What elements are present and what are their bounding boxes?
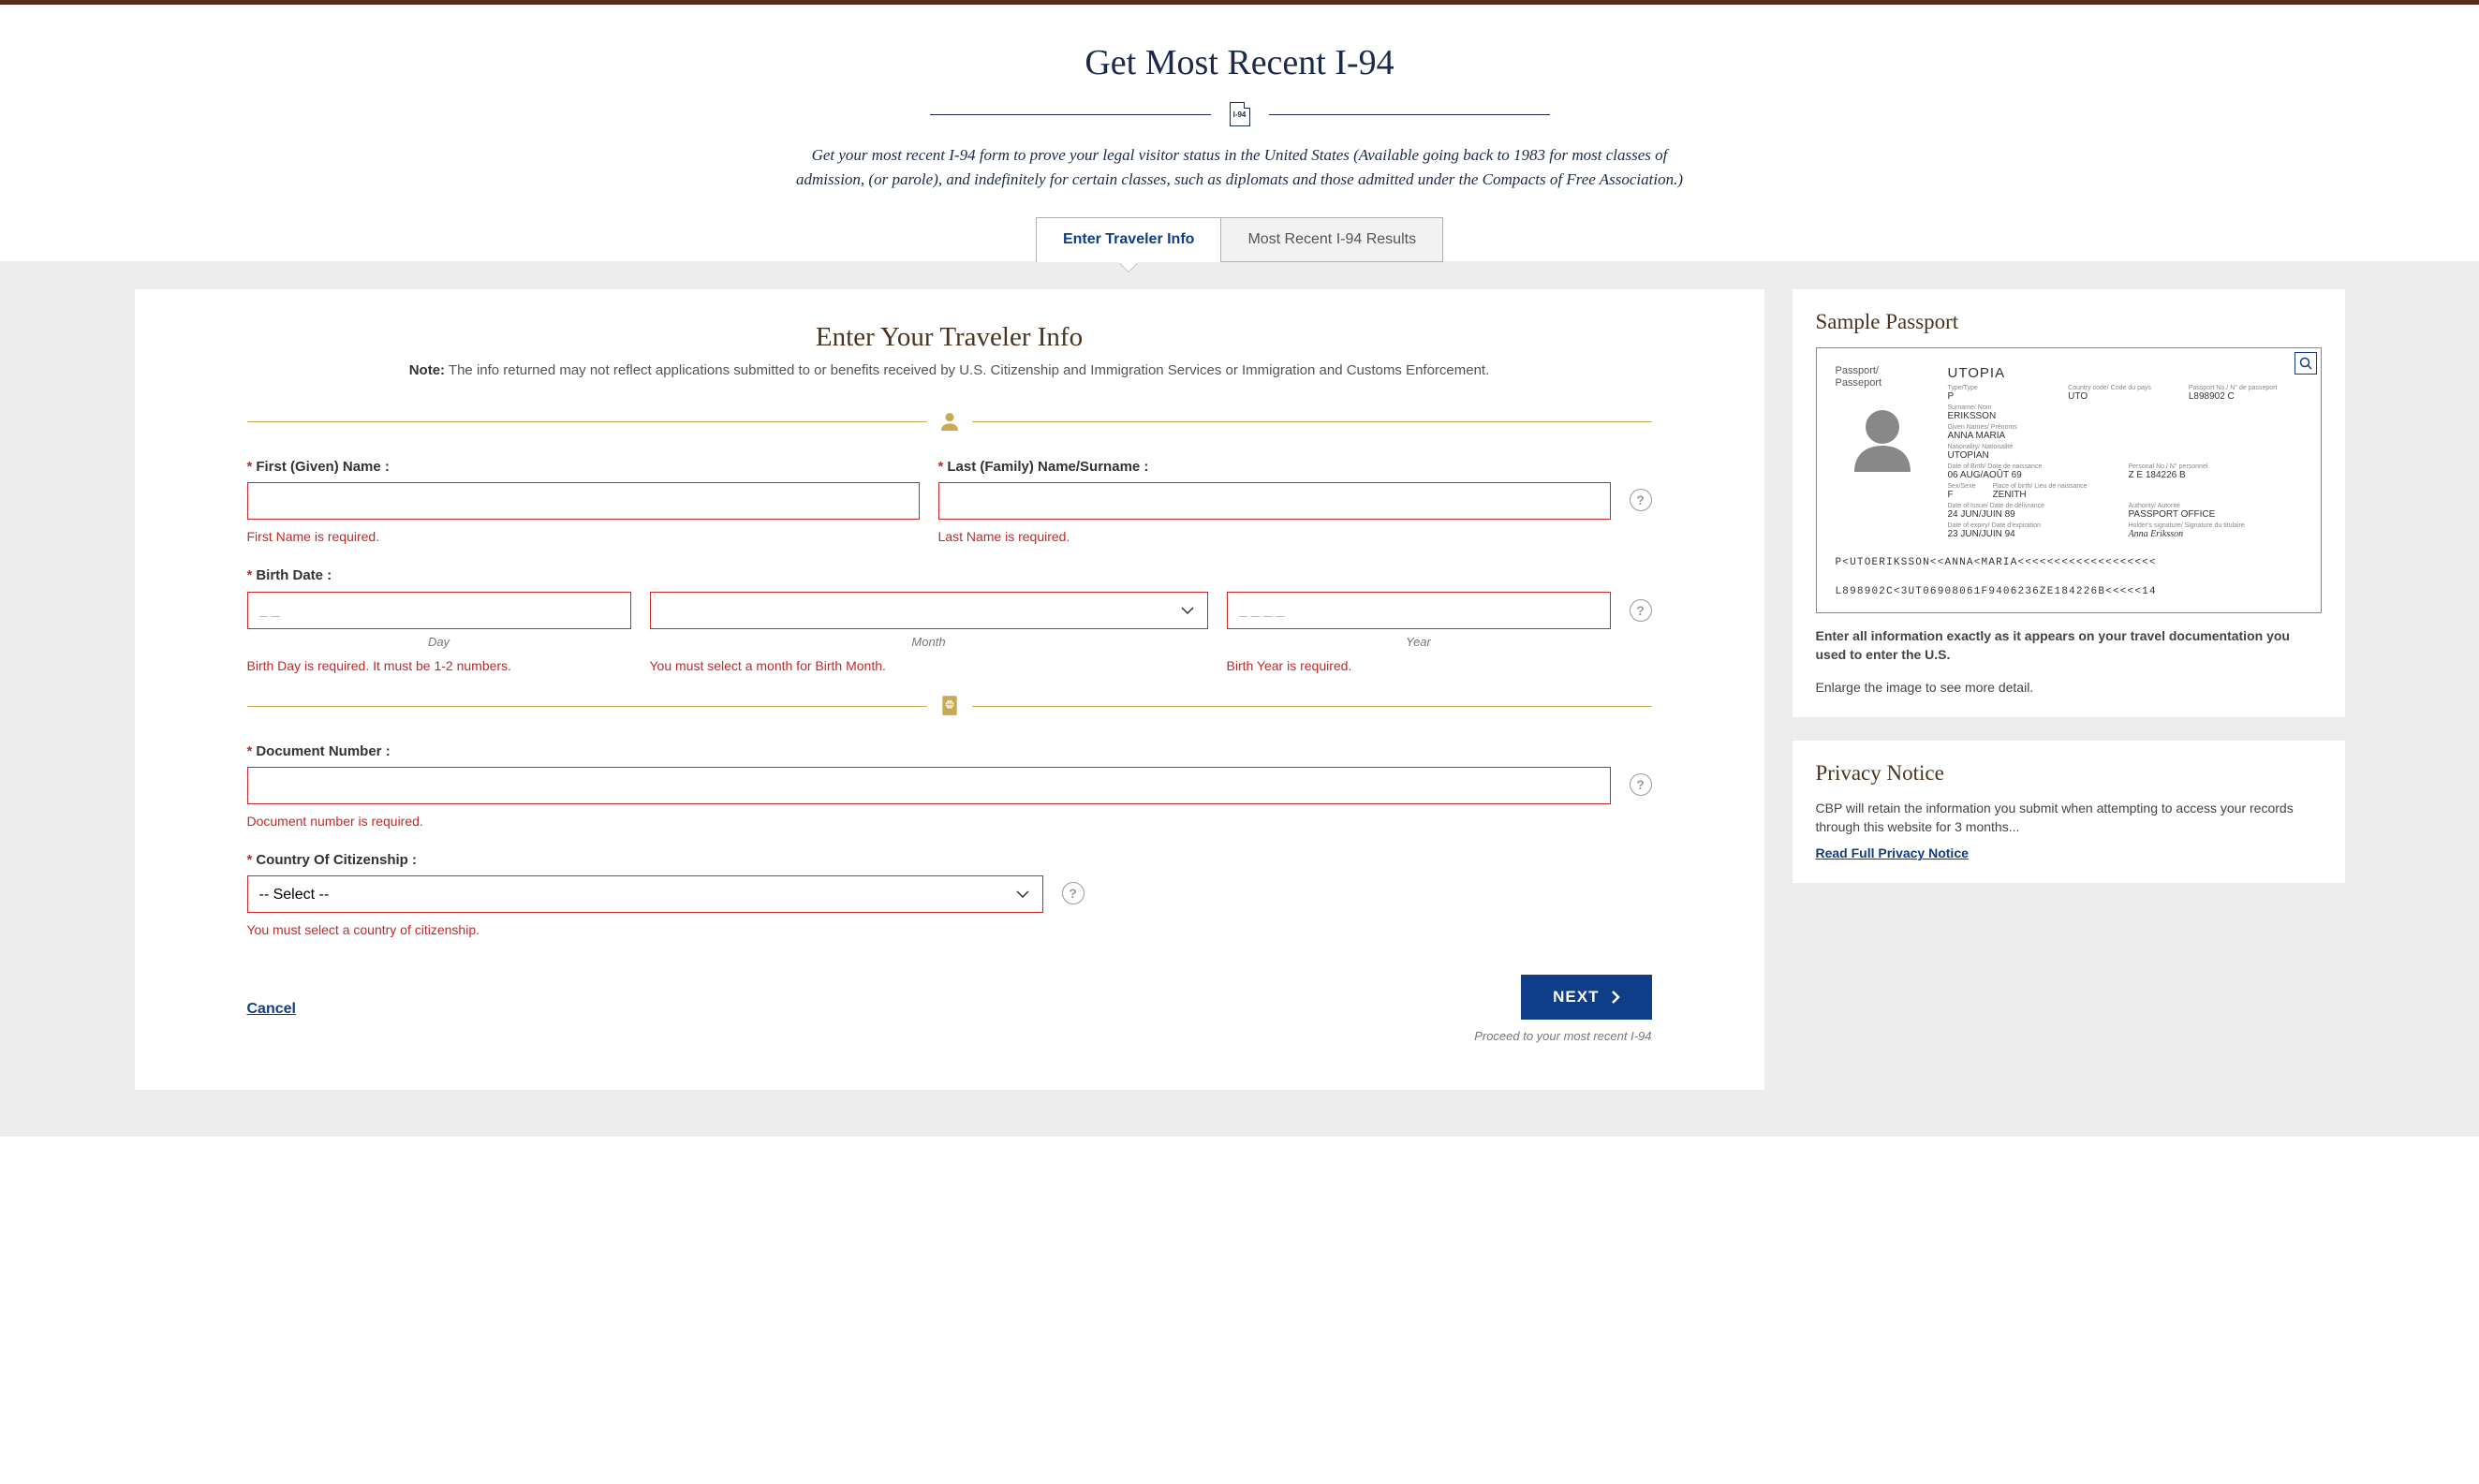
tabs: Enter Traveler Info Most Recent I-94 Res… [19, 217, 2460, 262]
country-select[interactable]: -- Select -- [247, 875, 1043, 913]
birth-day-group: Day Birth Day is required. It must be 1-… [247, 592, 631, 673]
first-name-group: *First (Given) Name : First Name is requ… [247, 459, 920, 544]
next-button[interactable]: NEXT [1521, 975, 1651, 1020]
mrz-line-2: L898902C<3UT06908061F9406236ZE184226B<<<… [1836, 584, 2302, 600]
birth-year-error: Birth Year is required. [1227, 658, 1611, 673]
birth-date-label: *Birth Date : [247, 567, 332, 583]
birth-year-input[interactable] [1227, 592, 1611, 629]
main-form-panel: Enter Your Traveler Info Note: The info … [135, 289, 1764, 1090]
document-number-input[interactable] [247, 767, 1611, 804]
person-section-divider [247, 412, 1652, 431]
last-name-label: *Last (Family) Name/Surname : [938, 459, 1611, 475]
note-text: The info returned may not reflect applic… [445, 362, 1489, 378]
birth-month-error: You must select a month for Birth Month. [650, 658, 1208, 673]
passport-card-label: Passport/ Passeport [1836, 365, 1929, 389]
document-number-error: Document number is required. [247, 814, 1611, 829]
divider-line-left [930, 114, 1211, 115]
passport-icon [941, 697, 958, 715]
birth-month-sublabel: Month [650, 635, 1208, 649]
form-title: Enter Your Traveler Info [247, 322, 1652, 353]
chevron-right-icon [1611, 990, 1620, 1005]
header-section: Get Most Recent I-94 I-94 Get your most … [0, 5, 2479, 262]
country-label: *Country Of Citizenship : [247, 852, 1043, 868]
tab-enter-traveler-info[interactable]: Enter Traveler Info [1036, 217, 1222, 262]
birth-year-group: Year Birth Year is required. [1227, 592, 1611, 673]
divider-line-right [1269, 114, 1550, 115]
birth-date-help-icon[interactable]: ? [1630, 599, 1652, 622]
document-section-divider [247, 697, 1652, 715]
first-name-input[interactable] [247, 482, 920, 520]
last-name-input[interactable] [938, 482, 1611, 520]
first-name-label: *First (Given) Name : [247, 459, 920, 475]
country-error: You must select a country of citizenship… [247, 922, 1043, 937]
page-subtitle: Get your most recent I-94 form to prove … [781, 143, 1699, 191]
birth-day-sublabel: Day [247, 635, 631, 649]
passport-card: Passport/ Passeport UTOPIA Type/TypeP Co… [1816, 347, 2322, 613]
document-number-label: *Document Number : [247, 743, 1611, 759]
country-help-icon[interactable]: ? [1062, 882, 1085, 904]
name-help-icon[interactable]: ? [1630, 489, 1652, 511]
cancel-link[interactable]: Cancel [247, 1001, 296, 1018]
country-group: *Country Of Citizenship : -- Select -- Y… [247, 852, 1043, 937]
person-icon [941, 412, 958, 431]
avatar-icon [1847, 401, 1918, 472]
birth-day-input[interactable] [247, 592, 631, 629]
first-name-error: First Name is required. [247, 529, 920, 544]
privacy-title: Privacy Notice [1816, 761, 2322, 786]
privacy-notice-panel: Privacy Notice CBP will retain the infor… [1793, 741, 2345, 884]
last-name-group: *Last (Family) Name/Surname : Last Name … [938, 459, 1611, 544]
tab-most-recent-results[interactable]: Most Recent I-94 Results [1221, 217, 1443, 262]
zoom-icon[interactable] [2295, 352, 2317, 375]
birth-month-group: Month You must select a month for Birth … [650, 592, 1208, 673]
privacy-text: CBP will retain the information you subm… [1816, 799, 2322, 837]
document-number-help-icon[interactable]: ? [1630, 773, 1652, 796]
sample-passport-title: Sample Passport [1816, 310, 2322, 334]
birth-day-error: Birth Day is required. It must be 1-2 nu… [247, 658, 631, 673]
passport-instruction-bold: Enter all information exactly as it appe… [1816, 626, 2322, 665]
passport-country: UTOPIA [1948, 365, 2302, 381]
privacy-link[interactable]: Read Full Privacy Notice [1816, 845, 1969, 860]
birth-month-select[interactable] [650, 592, 1208, 629]
title-divider: I-94 [19, 102, 2460, 126]
mrz-line-1: P<UTOERIKSSON<<ANNA<MARIA<<<<<<<<<<<<<<<… [1836, 555, 2302, 571]
i94-document-icon: I-94 [1230, 102, 1250, 126]
sample-passport-panel: Sample Passport Passport/ Passeport [1793, 289, 2345, 717]
birth-year-sublabel: Year [1227, 635, 1611, 649]
form-note: Note: The info returned may not reflect … [247, 362, 1652, 379]
last-name-error: Last Name is required. [938, 529, 1611, 544]
passport-instruction: Enlarge the image to see more detail. [1816, 678, 2322, 697]
note-label: Note: [409, 362, 445, 378]
form-actions: Cancel NEXT Proceed to your most recent … [247, 975, 1652, 1043]
content-background: Enter Your Traveler Info Note: The info … [0, 261, 2479, 1137]
document-number-group: *Document Number : Document number is re… [247, 743, 1611, 829]
page-title: Get Most Recent I-94 [19, 42, 2460, 83]
proceed-hint: Proceed to your most recent I-94 [1474, 1029, 1651, 1043]
